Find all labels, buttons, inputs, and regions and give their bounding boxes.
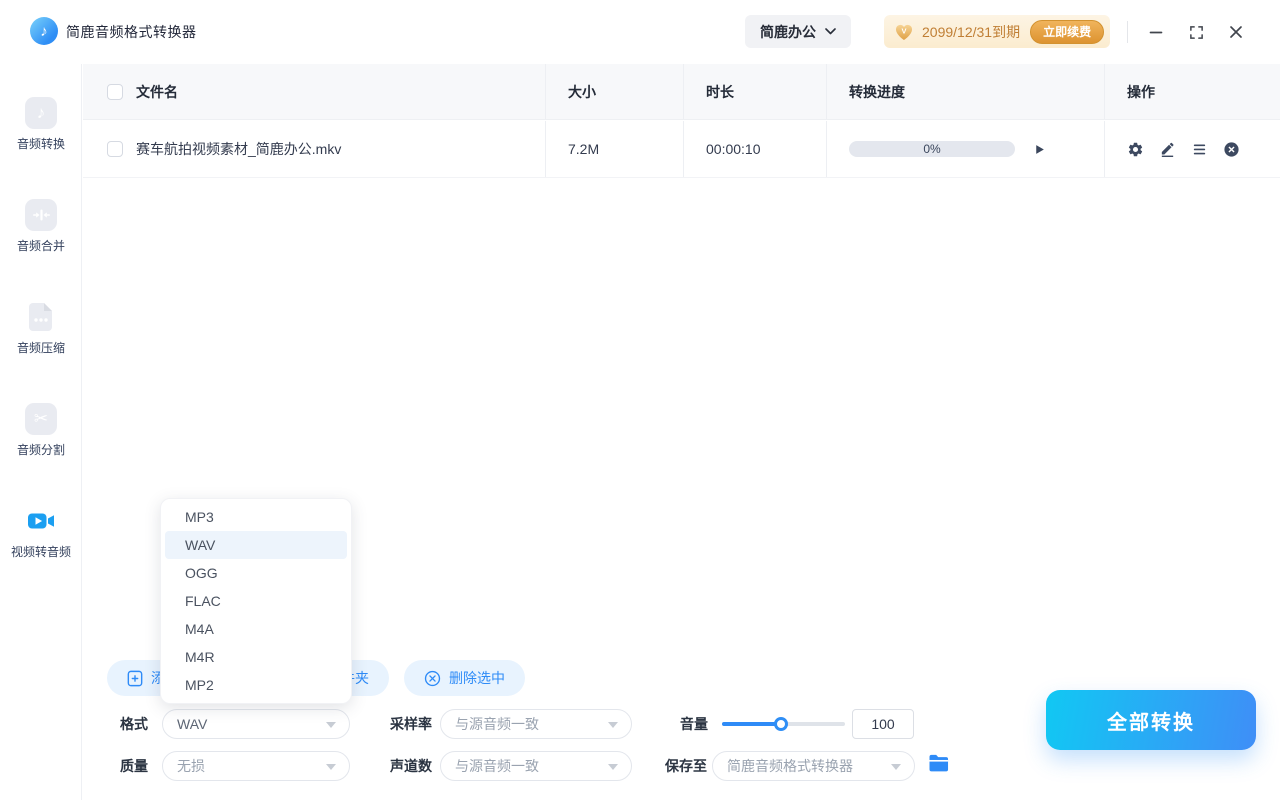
topbar-divider	[1127, 21, 1128, 43]
maximize-button[interactable]	[1184, 20, 1208, 44]
channels-label: 声道数	[390, 751, 432, 781]
office-menu-label: 简鹿办公	[760, 22, 816, 42]
volume-input[interactable]: 100	[852, 709, 914, 739]
volume-slider-handle[interactable]	[774, 717, 788, 731]
column-header-duration: 时长	[683, 64, 826, 119]
row-rename-button[interactable]	[1159, 141, 1176, 158]
start-convert-button[interactable]	[1033, 143, 1046, 156]
add-file-icon	[127, 670, 143, 687]
row-settings-button[interactable]	[1127, 141, 1144, 158]
sidebar-item-label: 音频压缩	[0, 339, 82, 356]
sidebar-item-label: 音频合并	[0, 237, 82, 254]
channels-value: 与源音频一致	[455, 756, 539, 776]
video-camera-icon	[25, 505, 57, 537]
column-header-size: 大小	[545, 64, 683, 119]
format-option-mp2[interactable]: MP2	[165, 671, 347, 699]
edit-icon	[1159, 141, 1176, 158]
quality-value: 无损	[177, 756, 205, 776]
svg-text:V: V	[901, 26, 906, 35]
column-header-progress: 转换进度	[826, 64, 1104, 119]
file-size: 7.2M	[545, 121, 683, 177]
office-menu-button[interactable]: 简鹿办公	[745, 15, 851, 48]
app-logo-icon: ♪	[30, 17, 58, 45]
column-header-filename: 文件名	[136, 82, 178, 102]
row-detail-button[interactable]	[1191, 141, 1208, 158]
select-all-checkbox[interactable]	[107, 84, 123, 100]
format-option-mp3[interactable]: MP3	[165, 503, 347, 531]
file-duration: 00:00:10	[683, 121, 826, 177]
format-label: 格式	[120, 709, 148, 739]
convert-all-button[interactable]: 全部转换	[1046, 690, 1256, 750]
app-title: 简鹿音频格式转换器	[66, 0, 197, 64]
maximize-icon	[1189, 25, 1204, 40]
folder-icon	[928, 754, 950, 773]
merge-arrows-icon	[25, 199, 57, 231]
format-option-wav[interactable]: WAV	[165, 531, 347, 559]
vip-status: V 2099/12/31到期 立即续费	[884, 15, 1110, 48]
volume-slider[interactable]	[722, 722, 845, 726]
row-remove-button[interactable]	[1223, 141, 1240, 158]
format-value: WAV	[177, 716, 207, 732]
sidebar-item-audio-convert[interactable]: ♪ 音频转换	[0, 97, 82, 152]
table-row: 赛车航拍视频素材_简鹿办公.mkv 7.2M 00:00:10 0%	[83, 121, 1280, 178]
save-to-label: 保存至	[665, 751, 707, 781]
top-bar: ♪ 简鹿音频格式转换器 简鹿办公 V 2099/12/31到期 立即续费	[0, 0, 1280, 64]
play-icon	[1033, 143, 1046, 156]
table-header: 文件名 大小 时长 转换进度 操作	[83, 64, 1280, 120]
sample-rate-select[interactable]: 与源音频一致	[440, 709, 632, 739]
app-window: ♪ 简鹿音频格式转换器 简鹿办公 V 2099/12/31到期 立即续费	[0, 0, 1280, 800]
save-to-value: 简鹿音频格式转换器	[727, 756, 853, 776]
sidebar-item-label: 音频分割	[0, 441, 82, 458]
vip-badge-icon: V	[894, 23, 914, 41]
progress-value: 0%	[923, 142, 940, 156]
format-option-m4r[interactable]: M4R	[165, 643, 347, 671]
sidebar-item-audio-merge[interactable]: 音频合并	[0, 199, 82, 254]
sidebar-item-audio-split[interactable]: ✂ 音频分割	[0, 403, 82, 458]
sidebar: ♪ 音频转换 音频合并	[0, 64, 82, 800]
sidebar-item-video-to-audio[interactable]: 视频转音频	[0, 505, 82, 560]
row-checkbox[interactable]	[107, 141, 123, 157]
sidebar-item-label: 音频转换	[0, 135, 82, 152]
scissors-icon: ✂	[25, 403, 57, 435]
channels-select[interactable]: 与源音频一致	[440, 751, 632, 781]
gear-icon	[1127, 141, 1144, 158]
sidebar-item-audio-compress[interactable]: 音频压缩	[0, 301, 82, 356]
detail-icon	[1191, 141, 1208, 158]
circle-x-icon	[424, 670, 441, 687]
quality-label: 质量	[120, 751, 148, 781]
sample-rate-label: 采样率	[390, 709, 432, 739]
volume-label: 音量	[680, 709, 708, 739]
quality-select[interactable]: 无损	[162, 751, 350, 781]
delete-selected-label: 删除选中	[449, 668, 505, 688]
open-folder-button[interactable]	[928, 754, 950, 773]
vip-expiry-date: 2099/12/31到期	[922, 22, 1020, 42]
chevron-down-icon	[825, 28, 836, 35]
volume-slider-fill	[722, 722, 781, 726]
format-option-ogg[interactable]: OGG	[165, 559, 347, 587]
file-name: 赛车航拍视频素材_简鹿办公.mkv	[136, 139, 341, 159]
format-option-m4a[interactable]: M4A	[165, 615, 347, 643]
format-dropdown-menu: MP3 WAV OGG FLAC M4A M4R MP2	[160, 498, 352, 704]
sidebar-item-label: 视频转音频	[0, 543, 82, 560]
format-option-flac[interactable]: FLAC	[165, 587, 347, 615]
format-select[interactable]: WAV	[162, 709, 350, 739]
save-to-select[interactable]: 简鹿音频格式转换器	[712, 751, 915, 781]
close-icon	[1229, 25, 1243, 39]
music-note-icon: ♪	[25, 97, 57, 129]
minimize-button[interactable]	[1144, 20, 1168, 44]
column-header-actions: 操作	[1104, 64, 1280, 119]
remove-icon	[1223, 141, 1240, 158]
progress-bar: 0%	[849, 141, 1015, 157]
compressed-file-icon	[25, 301, 57, 333]
delete-selected-button[interactable]: 删除选中	[404, 660, 525, 696]
sample-rate-value: 与源音频一致	[455, 714, 539, 734]
renew-now-button[interactable]: 立即续费	[1030, 20, 1104, 44]
minimize-icon	[1149, 25, 1163, 39]
close-button[interactable]	[1224, 20, 1248, 44]
